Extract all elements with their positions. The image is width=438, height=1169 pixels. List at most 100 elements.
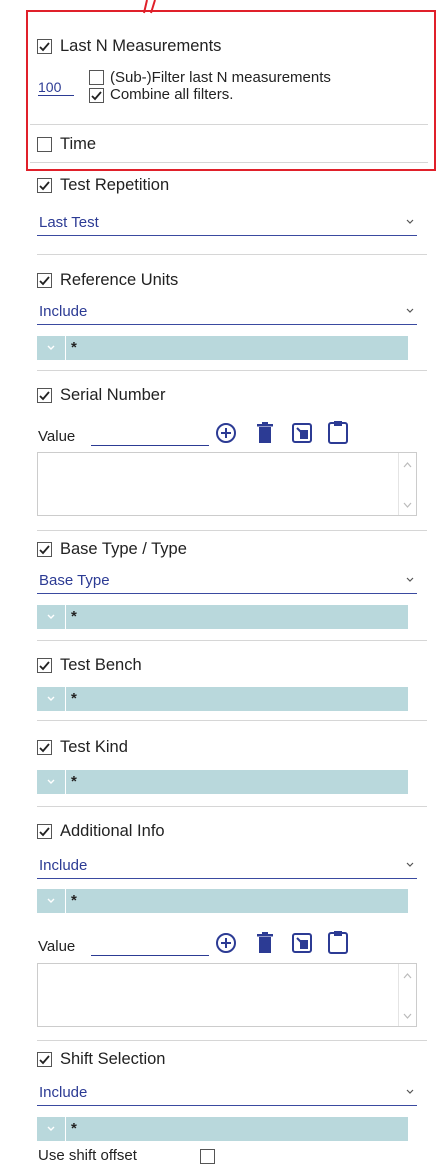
chip-value: *	[71, 892, 77, 909]
last-n-label: Last N Measurements	[60, 37, 222, 55]
checkmark-icon	[39, 661, 50, 671]
chevron-down-icon	[406, 862, 414, 867]
checkmark-icon	[39, 1055, 50, 1065]
delete-button[interactable]	[253, 931, 277, 955]
test-repetition-checkbox[interactable]	[37, 178, 52, 193]
serial-value-label: Value	[38, 428, 76, 445]
additional-info-select[interactable]: Include	[37, 855, 417, 879]
test-repetition-label: Test Repetition	[60, 176, 170, 194]
divider	[37, 640, 427, 641]
serial-value-input[interactable]	[91, 425, 209, 446]
test-kind-checkbox[interactable]	[37, 740, 52, 755]
test-kind-filter-chip[interactable]: *	[37, 770, 408, 794]
chip-dropdown[interactable]	[37, 687, 66, 711]
checkmark-icon	[39, 181, 50, 191]
combine-filters-checkbox[interactable]	[89, 88, 104, 103]
additional-info-label: Additional Info	[60, 822, 165, 840]
select-value: Base Type	[39, 572, 110, 589]
chip-dropdown[interactable]	[37, 1117, 66, 1141]
chip-value: *	[71, 773, 77, 790]
chevron-down-icon	[406, 219, 414, 224]
divider	[37, 806, 427, 807]
shift-selection-select[interactable]: Include	[37, 1082, 417, 1106]
trash-icon	[257, 422, 273, 443]
shift-offset-label: Use shift offset	[38, 1147, 137, 1164]
chip-dropdown[interactable]	[37, 605, 66, 629]
checkmark-icon	[39, 545, 50, 555]
select-value: Include	[39, 303, 88, 320]
reference-units-select[interactable]: Include	[37, 301, 417, 325]
import-button[interactable]	[290, 931, 314, 955]
base-type-checkbox[interactable]	[37, 542, 52, 557]
base-type-filter-chip[interactable]: *	[37, 605, 408, 629]
chevron-down-icon	[47, 1126, 55, 1131]
chip-dropdown[interactable]	[37, 889, 66, 913]
clipboard-button[interactable]	[326, 930, 350, 954]
shift-selection-checkbox[interactable]	[37, 1052, 52, 1067]
combine-filters-label: Combine all filters.	[110, 86, 234, 103]
clipboard-button[interactable]	[326, 420, 350, 444]
delete-button[interactable]	[253, 421, 277, 445]
plus-circle-icon	[216, 423, 236, 443]
scrollbar[interactable]	[398, 453, 416, 515]
shift-selection-label: Shift Selection	[60, 1050, 166, 1068]
base-type-select[interactable]: Base Type	[37, 570, 417, 594]
shift-offset-checkbox[interactable]	[200, 1149, 215, 1164]
test-bench-checkbox[interactable]	[37, 658, 52, 673]
divider	[37, 1040, 427, 1041]
chevron-down-icon	[47, 696, 55, 701]
trash-icon	[257, 932, 273, 953]
time-label: Time	[60, 135, 97, 153]
import-button[interactable]	[290, 421, 314, 445]
checkmark-icon	[39, 827, 50, 837]
subfilter-checkbox[interactable]	[89, 70, 104, 85]
last-n-checkbox[interactable]	[37, 39, 52, 54]
shift-selection-filter-chip[interactable]: *	[37, 1117, 408, 1141]
add-button[interactable]	[214, 421, 238, 445]
divider	[30, 124, 428, 125]
clipboard-icon	[328, 421, 348, 444]
serial-values-textarea[interactable]	[37, 452, 417, 516]
divider	[37, 530, 427, 531]
select-value: Include	[39, 1084, 88, 1101]
divider	[37, 254, 427, 255]
checkmark-icon	[39, 276, 50, 286]
file-import-icon	[292, 423, 312, 443]
chevron-down-icon	[47, 898, 55, 903]
checkmark-icon	[39, 42, 50, 52]
serial-number-label: Serial Number	[60, 386, 166, 404]
scrollbar[interactable]	[398, 964, 416, 1026]
additional-value-label: Value	[38, 938, 76, 955]
chip-dropdown[interactable]	[37, 770, 66, 794]
test-bench-filter-chip[interactable]: *	[37, 687, 408, 711]
checkmark-icon	[39, 743, 50, 753]
select-value: Last Test	[39, 214, 99, 231]
divider	[37, 720, 427, 721]
clipboard-icon	[328, 931, 348, 954]
chevron-down-icon	[47, 345, 55, 350]
plus-circle-icon	[216, 933, 236, 953]
chip-value: *	[71, 1120, 77, 1137]
chip-value: *	[71, 608, 77, 625]
additional-info-filter-chip[interactable]: *	[37, 889, 408, 913]
time-checkbox[interactable]	[37, 137, 52, 152]
reference-units-filter-chip[interactable]: *	[37, 336, 408, 360]
add-button[interactable]	[214, 931, 238, 955]
chip-value: *	[71, 339, 77, 356]
chip-dropdown[interactable]	[37, 336, 66, 360]
additional-values-textarea[interactable]	[37, 963, 417, 1027]
select-value: Include	[39, 857, 88, 874]
last-n-value-input[interactable]: 100	[38, 79, 74, 96]
highlight-arrow-icon	[143, 0, 156, 14]
test-repetition-select[interactable]: Last Test	[37, 212, 417, 236]
additional-info-checkbox[interactable]	[37, 824, 52, 839]
divider	[30, 162, 428, 163]
chevron-down-icon	[47, 614, 55, 619]
chevron-down-icon	[406, 1089, 414, 1094]
base-type-label: Base Type / Type	[60, 540, 187, 558]
file-import-icon	[292, 933, 312, 953]
reference-units-checkbox[interactable]	[37, 273, 52, 288]
additional-value-input[interactable]	[91, 935, 209, 956]
chevron-down-icon	[406, 577, 414, 582]
serial-number-checkbox[interactable]	[37, 388, 52, 403]
